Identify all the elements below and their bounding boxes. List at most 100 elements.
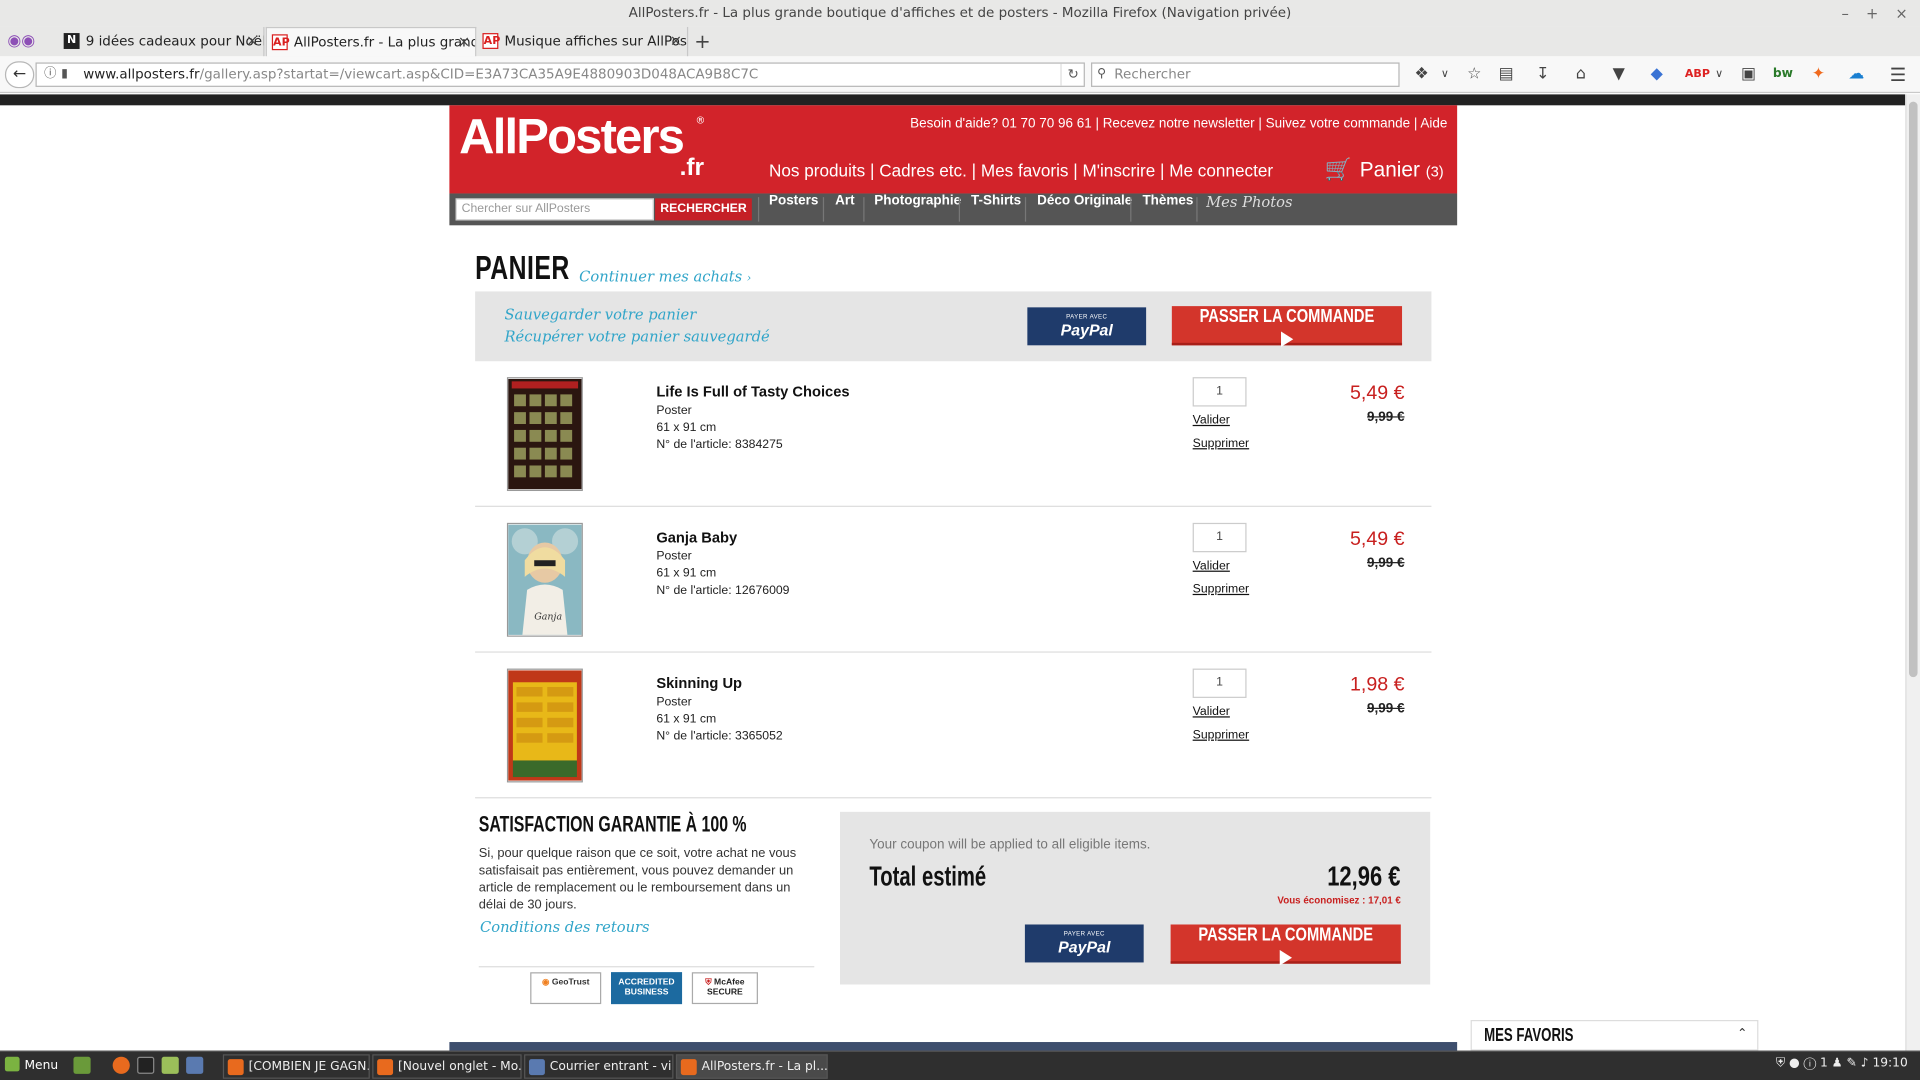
info-icon[interactable]: ⓘ [44, 64, 56, 86]
taskbar-window-active[interactable]: AllPosters.fr - La pl... [675, 1054, 828, 1079]
volume-icon[interactable]: ♪ [1861, 1057, 1869, 1070]
help-links[interactable]: Besoin d'aide? 01 70 70 96 61 | Recevez … [910, 116, 1447, 131]
geotrust-badge[interactable]: ◉ GeoTrust [530, 972, 602, 1005]
restore-cart-link[interactable]: Récupérer votre panier sauvegardé [504, 328, 769, 345]
tab-cadeaux[interactable]: N 9 idées cadeaux pour Noël × [59, 26, 265, 57]
validate-link[interactable]: Valider [1193, 705, 1230, 718]
save-cart-link[interactable]: Sauvegarder votre panier [504, 306, 696, 323]
show-desktop-icon[interactable] [73, 1056, 91, 1074]
remove-link[interactable]: Supprimer [1193, 583, 1249, 596]
bw-extension-icon[interactable]: bw [1772, 65, 1794, 85]
tracking-shield-icon[interactable]: ▮ [61, 64, 68, 86]
extension-orange-icon[interactable]: ✦ [1807, 65, 1829, 85]
quantity-input[interactable]: 1 [1192, 522, 1247, 553]
item-title[interactable]: Skinning Up [656, 675, 742, 692]
nav-deco-originale[interactable]: Déco Originale [1037, 193, 1132, 225]
poster-thumbnail-tasty-choices[interactable] [506, 377, 583, 492]
item-title[interactable]: Ganja Baby [656, 529, 737, 546]
checkout-button[interactable]: PASSER LA COMMANDE ▶ [1171, 306, 1403, 349]
tab-allposters[interactable]: AP AllPosters.fr - La plus grande × [265, 26, 477, 57]
start-menu-button[interactable]: Menu [4, 1056, 58, 1073]
user-icon[interactable]: ♟ [1832, 1057, 1843, 1070]
maximize-button[interactable]: + [1866, 0, 1878, 27]
nav-art[interactable]: Art [835, 193, 854, 225]
poster-thumbnail-skinning-up[interactable] [506, 668, 583, 783]
hamburger-menu-icon[interactable]: ☰ [1887, 65, 1909, 85]
page-scrollbar[interactable] [1905, 94, 1920, 1051]
tab-close-icon[interactable]: × [246, 27, 258, 55]
taskbar-window[interactable]: [COMBIEN JE GAGN... [222, 1054, 370, 1079]
mcafee-badge[interactable]: ⛨ McAfee SECURE [691, 972, 758, 1005]
shield-icon[interactable]: ⛨ [1776, 1057, 1785, 1070]
tab-close-icon[interactable]: × [458, 28, 470, 56]
quantity-input[interactable]: 1 [1192, 377, 1247, 407]
terminal-launcher-icon[interactable] [137, 1056, 155, 1074]
nav-mes-photos[interactable]: Mes Photos [1206, 193, 1292, 225]
favorites-panel[interactable]: MES FAVORIS ⌃ [1470, 1020, 1759, 1051]
taskbar-window[interactable]: [Nouvel onglet - Mo... [372, 1054, 522, 1079]
clock[interactable]: 19:10 [1872, 1057, 1907, 1070]
allposters-logo[interactable]: AllPosters [459, 110, 685, 165]
poster-thumbnail-ganja-baby[interactable]: Ganja [506, 522, 583, 637]
reload-icon[interactable]: ↻ [1060, 63, 1079, 86]
files-launcher-icon[interactable] [161, 1056, 179, 1074]
returns-conditions-link[interactable]: Conditions des retours [480, 918, 650, 935]
site-search-input[interactable]: Chercher sur AllPosters [455, 198, 654, 221]
home-icon[interactable]: ⌂ [1570, 65, 1592, 85]
library-icon[interactable]: ❖ [1411, 65, 1433, 85]
savings-text: Vous économisez : 17,01 € [1277, 895, 1401, 907]
validate-link[interactable]: Valider [1193, 414, 1230, 427]
page-viewport: AllPosters ® .fr Besoin d'aide? 01 70 70… [0, 94, 1906, 1051]
network-icon[interactable]: ● [1789, 1057, 1800, 1070]
taskbar-window-label: [COMBIEN JE GAGN... [248, 1060, 370, 1074]
pen-icon[interactable]: ✎ [1847, 1057, 1857, 1070]
account-links[interactable]: Nos produits | Cadres etc. | Mes favoris… [769, 160, 1273, 180]
new-tab-button[interactable]: + [694, 29, 710, 52]
bbb-badge[interactable]: ACCREDITED BUSINESS [611, 972, 683, 1005]
continue-shopping-link[interactable]: Continuer mes achats › [579, 268, 751, 285]
thunderbird-icon [528, 1059, 545, 1076]
validate-link[interactable]: Valider [1193, 560, 1230, 573]
minimize-button[interactable]: – [1841, 0, 1848, 27]
back-arrow-icon[interactable]: ← [4, 61, 35, 89]
nav-themes[interactable]: Thèmes [1142, 193, 1193, 225]
item-title[interactable]: Life Is Full of Tasty Choices [656, 383, 849, 400]
tab-musique[interactable]: AP Musique affiches sur AllPos × [478, 26, 689, 57]
shopping-cart-icon: 🛒 [1324, 156, 1353, 182]
remove-link[interactable]: Supprimer [1193, 437, 1249, 450]
info-icon[interactable]: ⓘ [1804, 1057, 1816, 1070]
nav-tshirts[interactable]: T-Shirts [971, 193, 1021, 225]
extension-diamond-icon[interactable]: ◆ [1646, 65, 1668, 85]
nav-photographie[interactable]: Photographie [874, 193, 961, 225]
screenshot-icon[interactable]: ▣ [1738, 65, 1760, 85]
search-bar[interactable]: ⚲ Rechercher [1091, 62, 1400, 87]
paypal-button[interactable]: PAYER AVEC PayPal [1027, 307, 1147, 346]
chevron-down-icon[interactable]: ∨ [1434, 65, 1456, 85]
search-placeholder: Rechercher [1114, 66, 1191, 83]
adblock-plus-icon[interactable]: ABP [1685, 65, 1710, 85]
site-search-button[interactable]: RECHERCHER [655, 198, 752, 221]
chevron-up-icon[interactable]: ⌃ [1737, 1027, 1747, 1040]
taskbar-window[interactable]: Courrier entrant - vi... [524, 1054, 674, 1079]
paypal-button[interactable]: PAYER AVEC PayPal [1024, 924, 1144, 963]
nav-posters[interactable]: Posters [769, 193, 818, 225]
url-bar[interactable]: ⓘ ▮ www.allposters.fr/gallery.asp?starta… [35, 62, 1085, 87]
extension-cloud-icon[interactable]: ☁ [1845, 65, 1867, 85]
checkout-button[interactable]: PASSER LA COMMANDE ▶ [1170, 924, 1401, 967]
checkout-label: PASSER LA COMMANDE ▶ [1198, 924, 1374, 968]
tab-close-icon[interactable]: × [670, 27, 682, 55]
pocket-icon[interactable]: ▼ [1608, 65, 1630, 85]
remove-link[interactable]: Supprimer [1193, 729, 1249, 742]
workspace-indicator[interactable]: 1 [1820, 1057, 1828, 1070]
chevron-down-icon[interactable]: ∨ [1708, 65, 1730, 85]
download-icon[interactable]: ↧ [1532, 65, 1554, 85]
cart-link[interactable]: 🛒 Panier (3) [1325, 157, 1444, 183]
bookmark-star-icon[interactable]: ☆ [1463, 65, 1485, 85]
scrollbar-thumb[interactable] [1908, 101, 1918, 678]
thunderbird-launcher-icon[interactable] [186, 1056, 204, 1074]
close-window-button[interactable]: × [1895, 0, 1907, 27]
item-type: Poster [656, 549, 692, 564]
firefox-launcher-icon[interactable] [112, 1056, 130, 1074]
quantity-input[interactable]: 1 [1192, 668, 1247, 698]
reading-list-icon[interactable]: ▤ [1495, 65, 1517, 85]
